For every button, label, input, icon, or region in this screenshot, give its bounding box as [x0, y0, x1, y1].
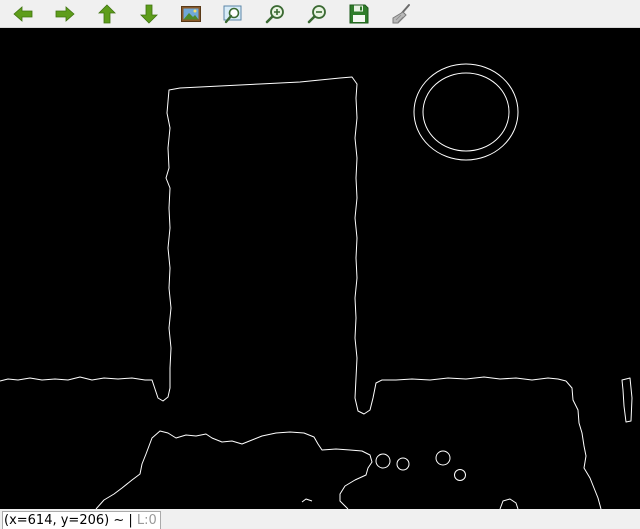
floppy-save-icon	[349, 4, 369, 24]
cursor-coordinates: (x=614, y=206) ~	[4, 513, 125, 528]
edge-contour-blob-4	[454, 469, 466, 481]
edge-contour-circle-outer	[413, 63, 519, 161]
edge-contour-circle-inner	[422, 72, 510, 152]
picture-icon	[181, 6, 201, 22]
zoom-in-button[interactable]	[262, 2, 288, 26]
edge-contour-bottom-mass	[95, 430, 373, 509]
arrow-up-icon	[98, 4, 116, 24]
down-button[interactable]	[136, 2, 162, 26]
edge-contour-blob-5	[499, 498, 519, 509]
image-button[interactable]	[178, 2, 204, 26]
zoom-in-icon	[265, 5, 284, 24]
arrow-down-icon	[140, 4, 158, 24]
toolbar	[0, 0, 640, 28]
edge-contour-building	[0, 76, 567, 415]
edge-contour-blob-1	[375, 453, 391, 469]
edge-contour-blob-3	[435, 450, 451, 466]
edge-contour-right-slope	[565, 380, 602, 509]
zoom-out-icon	[307, 5, 326, 24]
status-separator: |	[128, 513, 133, 528]
status-readout: (x=614, y=206) ~ | L:0	[2, 511, 161, 529]
level-indicator: L:0	[136, 513, 157, 528]
edge-contour-post	[621, 377, 633, 423]
zoom-out-button[interactable]	[304, 2, 330, 26]
image-canvas[interactable]	[0, 28, 640, 509]
arrow-right-icon	[55, 6, 75, 22]
arrow-left-icon	[13, 6, 33, 22]
status-bar: (x=614, y=206) ~ | L:0	[0, 509, 640, 529]
broom-icon	[392, 4, 410, 24]
edge-image	[0, 63, 633, 509]
zoom-region-button[interactable]	[220, 2, 246, 26]
up-button[interactable]	[94, 2, 120, 26]
zoom-region-icon	[223, 5, 242, 24]
edge-contour-blob-2	[396, 457, 410, 471]
forward-button[interactable]	[52, 2, 78, 26]
save-button[interactable]	[346, 2, 372, 26]
clear-button[interactable]	[388, 2, 414, 26]
edge-contour-bottom-spur	[301, 498, 313, 503]
back-button[interactable]	[10, 2, 36, 26]
